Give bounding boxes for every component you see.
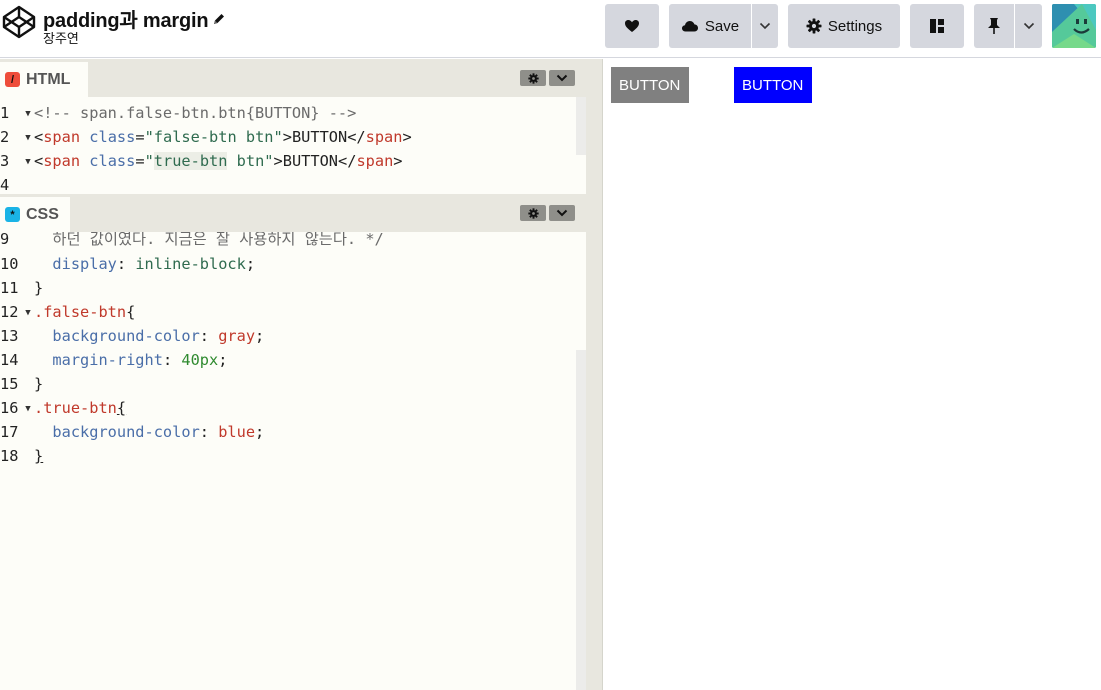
chevron-down-icon [556,209,568,217]
avatar[interactable] [1052,4,1096,48]
css-code-area[interactable]: 9 하던 값이였다. 지금은 잘 사용하지 않는다. */ 10 display… [0,232,576,690]
chevron-down-icon [759,22,771,30]
tab-html-label: HTML [26,70,71,88]
pen-author[interactable]: 장주연 [43,28,79,47]
settings-label: Settings [827,17,883,35]
pin-dropdown-button[interactable] [1015,4,1042,48]
cloud-icon [681,21,698,32]
code-line: 16 ▼ .true-btn{ [0,396,576,420]
settings-button[interactable]: Settings [788,4,900,48]
fold-arrow-icon[interactable]: ▼ [22,301,34,325]
tab-css[interactable]: * CSS [0,197,70,232]
love-button[interactable] [605,4,659,48]
html-slash-icon: / [5,72,20,87]
code-line: 17 background-color: blue; [0,423,265,441]
css-scrollbar[interactable] [576,350,586,690]
code-line: 11} [0,279,44,297]
html-code-area[interactable]: 1 ▼ <!-- span.false-btn.btn{BUTTON} --> 2 ▼… [0,97,576,194]
html-collapse-button[interactable] [549,70,575,86]
tab-html[interactable]: / HTML [0,62,88,97]
code-line: 4 [0,176,10,194]
change-view-button[interactable] [910,4,964,48]
gear-icon [527,72,539,84]
html-scrollbar[interactable] [576,97,586,155]
chevron-down-icon [556,74,568,82]
fold-arrow-icon[interactable]: ▼ [22,150,34,174]
gear-icon [806,18,822,34]
preview-true-button[interactable]: BUTTON [734,67,812,103]
save-label: Save [704,17,740,35]
code-line: 1 ▼ <!-- span.false-btn.btn{BUTTON} --> [0,101,576,125]
fold-arrow-icon[interactable]: ▼ [22,102,34,126]
editors-column: / HTML 1 ▼ <!-- span.false-btn.btn{BUTTO… [0,59,586,690]
pencil-icon[interactable] [212,12,226,26]
fold-arrow-icon[interactable]: ▼ [22,397,34,421]
gear-icon [527,207,539,219]
css-settings-button[interactable] [520,205,546,221]
save-button[interactable]: Save [669,4,751,48]
code-line: 13 background-color: gray; [0,327,265,345]
code-line: 10 display: inline-block; [0,255,256,273]
preview-false-button[interactable]: BUTTON [611,67,689,103]
chevron-down-icon [1023,22,1034,30]
code-line: 14 margin-right: 40px; [0,351,228,369]
tab-css-label: CSS [26,205,59,223]
code-line: 9 하던 값이였다. 지금은 잘 사용하지 않는다. */ [0,232,384,248]
code-line: 3 ▼ <span class="true-btn btn">BUTTON</spa… [0,149,576,173]
code-line: 18} [0,447,44,465]
heart-icon [625,20,639,32]
top-header: padding과 margin 장주연 Save Settings [0,0,1101,58]
fold-arrow-icon[interactable]: ▼ [22,126,34,150]
html-settings-button[interactable] [520,70,546,86]
editor-resize-handle[interactable] [586,59,603,690]
layout-icon [930,19,944,33]
code-line: 15} [0,375,44,393]
smiley-avatar-icon [1052,4,1096,48]
code-line: 2 ▼ <span class="false-btn btn">BUTTON</sp… [0,125,576,149]
css-asterisk-icon: * [5,207,20,222]
css-collapse-button[interactable] [549,205,575,221]
save-dropdown-button[interactable] [752,4,778,48]
pin-icon [988,18,1000,34]
pin-button[interactable] [974,4,1014,48]
html-editor-header: / HTML [0,59,586,97]
codepen-logo-icon[interactable] [2,4,36,40]
code-line: 12 ▼ .false-btn{ [0,300,576,324]
css-editor-header: * CSS [0,194,586,232]
result-preview: BUTTON BUTTON [604,59,1101,690]
